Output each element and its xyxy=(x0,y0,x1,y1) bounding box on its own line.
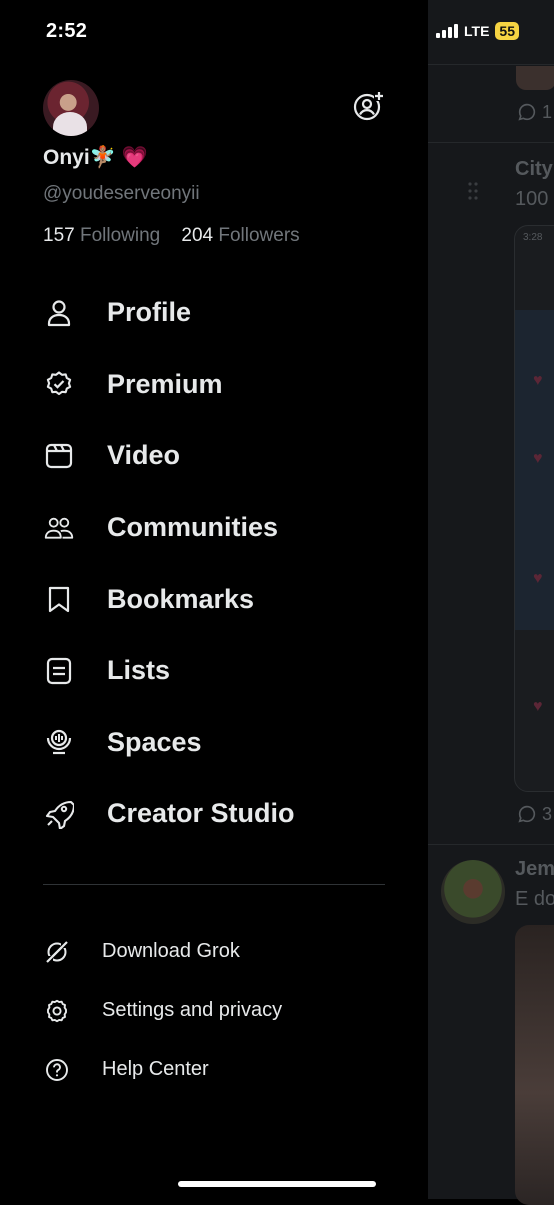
menu-label: Help Center xyxy=(102,1058,209,1080)
rocket-icon xyxy=(44,799,74,829)
nav-item-bookmarks[interactable]: Bookmarks xyxy=(0,563,428,635)
nav-item-video[interactable]: Video xyxy=(0,420,428,492)
post-author: City xyxy=(515,158,553,180)
list-icon xyxy=(44,656,74,686)
person-icon xyxy=(44,298,74,328)
gear-icon xyxy=(44,998,70,1024)
reply-count: 3 xyxy=(516,803,552,825)
status-indicators: LTE 55 xyxy=(436,22,519,40)
menu-label: Settings and privacy xyxy=(102,999,283,1021)
avatar[interactable] xyxy=(43,80,99,136)
heart-icon: ♥ xyxy=(533,698,543,715)
home-indicator[interactable] xyxy=(178,1181,376,1187)
post-media-photo[interactable] xyxy=(515,925,554,1205)
drag-handle-icon xyxy=(466,180,480,202)
feed-media-thumbnail xyxy=(516,66,554,90)
nav-item-communities[interactable]: Communities xyxy=(0,492,428,564)
nav-label: Lists xyxy=(107,655,171,686)
reply-icon xyxy=(518,805,536,823)
following-link[interactable]: 157 Following xyxy=(43,225,160,246)
reply-count: 1 xyxy=(516,101,552,123)
post-media-card[interactable]: 3:28 ♥ ♥ ♥ ♥ xyxy=(514,225,554,792)
heart-icon: ♥ xyxy=(533,570,543,587)
nav-item-profile[interactable]: Profile xyxy=(0,277,428,349)
video-icon xyxy=(44,441,74,471)
nav-label: Creator Studio xyxy=(107,798,295,829)
battery-icon: 55 xyxy=(495,22,519,40)
signal-icon xyxy=(436,24,458,38)
nav-label: Profile xyxy=(107,297,192,328)
post-author: Jem xyxy=(515,858,554,880)
verified-badge-icon xyxy=(44,369,74,399)
followers-count: 204 xyxy=(181,225,214,246)
menu-item-settings-privacy[interactable]: Settings and privacy xyxy=(0,981,428,1040)
communities-icon xyxy=(44,513,74,543)
nav-label: Premium xyxy=(107,368,223,399)
following-label: Following xyxy=(79,225,161,246)
help-icon xyxy=(44,1057,70,1083)
nav-item-spaces[interactable]: Spaces xyxy=(0,707,428,779)
navigation-drawer: Onyi🧚🏽 💗 @youdeserveonyii 157 Following … xyxy=(0,0,428,1199)
post-text: 100 xyxy=(515,188,549,210)
bookmark-icon xyxy=(44,584,74,614)
card-time: 3:28 xyxy=(523,232,543,243)
display-name[interactable]: Onyi🧚🏽 💗 xyxy=(43,146,148,170)
secondary-nav: Download Grok Settings and privacy Help … xyxy=(0,922,428,1099)
nav-label: Spaces xyxy=(107,726,202,757)
nav-label: Communities xyxy=(107,512,279,543)
following-count: 157 xyxy=(43,225,75,246)
network-type: LTE xyxy=(464,23,490,39)
heart-icon: ♥ xyxy=(533,450,543,467)
primary-nav: Profile Premium Video Communities Bookma… xyxy=(0,277,428,850)
menu-item-download-grok[interactable]: Download Grok xyxy=(0,922,428,981)
nav-label: Bookmarks xyxy=(107,583,255,614)
divider xyxy=(43,884,385,885)
reply-icon xyxy=(518,103,536,121)
user-handle: @youdeserveonyii xyxy=(43,183,200,204)
followers-label: Followers xyxy=(218,225,300,246)
post-author-avatar[interactable] xyxy=(441,860,505,924)
followers-link[interactable]: 204 Followers xyxy=(181,225,299,246)
add-account-icon[interactable] xyxy=(352,90,384,122)
follow-stats: 157 Following 204 Followers xyxy=(43,225,300,247)
nav-item-lists[interactable]: Lists xyxy=(0,635,428,707)
heart-icon: ♥ xyxy=(533,372,543,389)
menu-label: Download Grok xyxy=(102,940,240,962)
grok-icon xyxy=(44,939,70,965)
status-time: 2:52 xyxy=(46,20,88,42)
nav-label: Video xyxy=(107,440,181,471)
menu-item-help-center[interactable]: Help Center xyxy=(0,1040,428,1099)
nav-item-premium[interactable]: Premium xyxy=(0,349,428,421)
post-text: E do xyxy=(515,888,554,910)
spaces-icon xyxy=(44,727,74,757)
nav-item-creator-studio[interactable]: Creator Studio xyxy=(0,778,428,850)
